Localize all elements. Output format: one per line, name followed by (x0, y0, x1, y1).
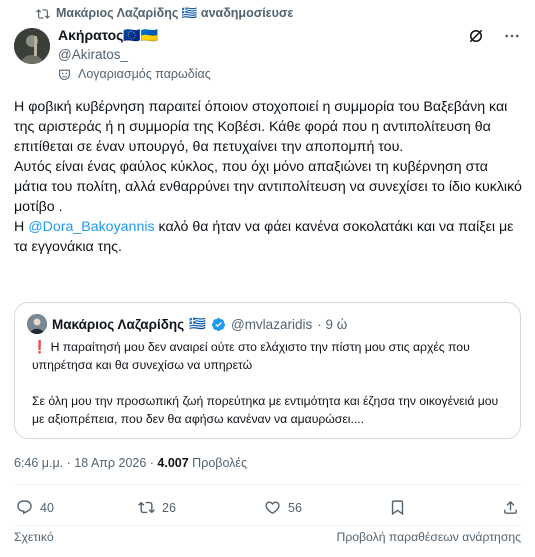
repost-button[interactable]: 26 (138, 499, 176, 516)
views-count: 4.007 (157, 456, 189, 470)
like-button[interactable]: 56 (264, 499, 302, 516)
parody-label: Λογαριασμός παρωδίας (58, 67, 211, 81)
divider-bottom (14, 525, 521, 526)
repost-icon (36, 8, 50, 19)
parody-text: Λογαριασμός παρωδίας (78, 67, 211, 81)
repost-action-icon (138, 501, 155, 514)
tweet-text: Η φοβική κυβέρνηση παραιτεί όποιον στοχο… (14, 97, 524, 257)
share-button[interactable] (502, 499, 519, 516)
related-link[interactable]: Σχετικό (14, 530, 54, 544)
divider-top (14, 484, 521, 485)
parody-mask-icon (59, 69, 70, 80)
quote-paragraph-2: Σε όλη μου την προσωπική ζωή πορεύτηκα μ… (32, 394, 499, 426)
repost-count: 26 (162, 500, 176, 515)
quote-avatar[interactable] (27, 314, 47, 334)
tweet-paragraph-2: Αυτός είναι ένας φαύλος κύκλος, που όχι … (14, 159, 522, 215)
reply-button[interactable]: 40 (16, 499, 54, 516)
quote-body: ❗ Η παραίτησή μου δεν αναιρεί ούτε στο ε… (32, 338, 512, 428)
quote-time[interactable]: · 9 ώ (317, 317, 347, 332)
reply-icon (17, 500, 32, 515)
tweet-timestamp[interactable]: 6:46 μ.μ. · 18 Απρ 2026 · (14, 456, 157, 470)
action-bar: 40 26 56 (14, 499, 521, 521)
bookmark-icon (391, 500, 404, 516)
avatar-image (14, 28, 50, 64)
tweet-paragraph-3: Η @Dora_Bakoyannis καλό θα ήταν να φάει … (14, 217, 524, 257)
tweet-p3-pre: Η (14, 219, 29, 235)
author-handle[interactable]: @Akiratos_ (58, 47, 158, 62)
verified-badge-icon (211, 317, 226, 331)
mention-link[interactable]: @Dora_Bakoyannis (28, 219, 154, 235)
quote-paragraph-1: ❗ Η παραίτησή μου δεν αναιρεί ούτε στο ε… (32, 338, 512, 374)
author-name[interactable]: Ακήρατος🇪🇺🇺🇦 (58, 27, 158, 44)
quote-handle[interactable]: @mvlazaridis (231, 317, 312, 332)
bookmark-button[interactable] (389, 499, 406, 516)
views-label: Προβολές (188, 456, 248, 470)
quoted-tweet[interactable]: Μακάριος Λαζαρίδης 🇬🇷 @mvlazaridis · 9 ώ… (14, 302, 521, 439)
reply-count: 40 (40, 500, 54, 515)
author-block[interactable]: Ακήρατος🇪🇺🇺🇦 @Akiratos_ (58, 27, 158, 62)
view-quotes-link[interactable]: Προβολή παραθέσεων ανάρτησης (337, 530, 521, 544)
exclamation-icon: ❗ (32, 340, 48, 354)
more-options-icon[interactable] (503, 27, 521, 45)
grok-icon[interactable] (467, 27, 485, 45)
tweet-paragraph-1: Η φοβική κυβέρνηση παραιτεί όποιον στοχο… (14, 99, 508, 155)
quote-line-1: Η παραίτησή μου δεν αναιρεί ούτε στο ελά… (32, 340, 470, 372)
share-icon (504, 500, 517, 514)
quote-flag: 🇬🇷 (189, 316, 206, 331)
quote-header: Μακάριος Λαζαρίδης 🇬🇷 @mvlazaridis · 9 ώ (27, 314, 347, 334)
tweet-meta: 6:46 μ.μ. · 18 Απρ 2026 · 4.007 Προβολές (14, 456, 247, 470)
quote-avatar-image (27, 314, 47, 334)
repost-indicator[interactable]: Μακάριος Λαζαρίδης 🇬🇷 αναδημοσίευσε (36, 6, 293, 21)
avatar[interactable] (14, 28, 50, 64)
quote-author-name[interactable]: Μακάριος Λαζαρίδης (52, 317, 184, 332)
footer-bar: Σχετικό Προβολή παραθέσεων ανάρτησης (14, 530, 521, 544)
like-count: 56 (288, 500, 302, 515)
heart-icon (265, 501, 280, 514)
repost-text: Μακάριος Λαζαρίδης 🇬🇷 αναδημοσίευσε (56, 6, 294, 20)
top-actions (467, 27, 521, 45)
